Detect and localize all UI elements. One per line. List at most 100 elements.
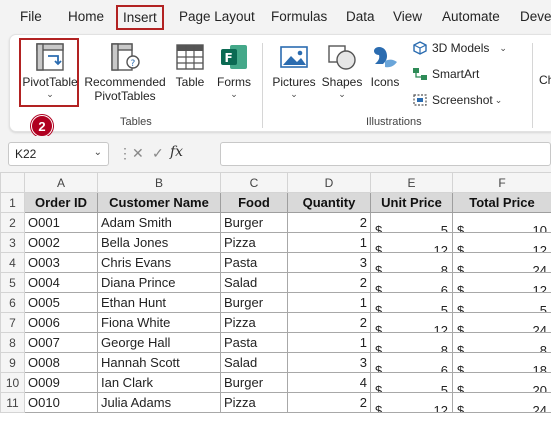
name-box[interactable]: K22 ⌄ [8, 142, 109, 166]
tab-developer[interactable]: Deve [520, 9, 551, 24]
chevron-down-icon[interactable]: ⌄ [499, 43, 507, 54]
column-header-d[interactable]: D [287, 172, 371, 193]
header-food[interactable]: Food [220, 192, 288, 213]
cell-food[interactable]: Pasta [220, 252, 288, 273]
row-number[interactable]: 3 [0, 232, 25, 253]
cell-unit-price[interactable]: $12 [370, 312, 453, 333]
column-header-b[interactable]: B [97, 172, 221, 193]
row-number[interactable]: 10 [0, 372, 25, 393]
formula-input[interactable] [220, 142, 551, 166]
row-number[interactable]: 5 [0, 272, 25, 293]
cell-unit-price[interactable]: $8 [370, 252, 453, 273]
cell-food[interactable]: Salad [220, 352, 288, 373]
recommended-pivottables-button[interactable]: ? Recommended PivotTables [84, 39, 166, 103]
cell-quantity[interactable]: 3 [287, 252, 371, 273]
cell-unit-price[interactable]: $12 [370, 232, 453, 253]
row-number[interactable]: 2 [0, 212, 25, 233]
cell-order-id[interactable]: O005 [24, 292, 98, 313]
cell-food[interactable]: Pizza [220, 312, 288, 333]
cancel-icon[interactable]: ✕ [132, 145, 144, 162]
tab-insert[interactable]: Insert [116, 5, 164, 30]
cell-customer-name[interactable]: Diana Prince [97, 272, 221, 293]
cell-unit-price[interactable]: $8 [370, 332, 453, 353]
cell-order-id[interactable]: O006 [24, 312, 98, 333]
tab-automate[interactable]: Automate [442, 9, 500, 24]
cell-food[interactable]: Salad [220, 272, 288, 293]
cell-food[interactable]: Pizza [220, 392, 288, 413]
cell-customer-name[interactable]: Ethan Hunt [97, 292, 221, 313]
cell-quantity[interactable]: 2 [287, 272, 371, 293]
cell-food[interactable]: Burger [220, 372, 288, 393]
cell-customer-name[interactable]: Julia Adams [97, 392, 221, 413]
cell-order-id[interactable]: O004 [24, 272, 98, 293]
cell-unit-price[interactable]: $5 [370, 212, 453, 233]
table-button[interactable]: Table [170, 39, 210, 89]
header-total-price[interactable]: Total Price [452, 192, 551, 213]
smartart-button[interactable]: SmartArt [412, 67, 479, 81]
cell-total-price[interactable]: $24 [452, 312, 551, 333]
cell-total-price[interactable]: $12 [452, 232, 551, 253]
cell-quantity[interactable]: 2 [287, 212, 371, 233]
screenshot-button[interactable]: Screenshot ⌄ [412, 93, 502, 107]
cell-unit-price[interactable]: $6 [370, 352, 453, 373]
row-number[interactable]: 7 [0, 312, 25, 333]
cell-quantity[interactable]: 3 [287, 352, 371, 373]
cell-quantity[interactable]: 2 [287, 312, 371, 333]
cell-customer-name[interactable]: Ian Clark [97, 372, 221, 393]
cell-quantity[interactable]: 2 [287, 392, 371, 413]
cell-total-price[interactable]: $5 [452, 292, 551, 313]
cell-order-id[interactable]: O010 [24, 392, 98, 413]
cell-total-price[interactable]: $10 [452, 212, 551, 233]
chevron-down-icon[interactable]: ⌄ [94, 147, 102, 158]
cell-total-price[interactable]: $24 [452, 252, 551, 273]
cell-unit-price[interactable]: $12 [370, 392, 453, 413]
row-number[interactable]: 4 [0, 252, 25, 273]
cell-order-id[interactable]: O009 [24, 372, 98, 393]
cell-customer-name[interactable]: Hannah Scott [97, 352, 221, 373]
chevron-down-icon[interactable]: ⌄ [268, 89, 320, 99]
cell-unit-price[interactable]: $5 [370, 372, 453, 393]
cell-unit-price[interactable]: $6 [370, 272, 453, 293]
cell-order-id[interactable]: O001 [24, 212, 98, 233]
tab-formulas[interactable]: Formulas [271, 9, 327, 24]
cell-food[interactable]: Burger [220, 212, 288, 233]
cell-total-price[interactable]: $8 [452, 332, 551, 353]
cell-quantity[interactable]: 4 [287, 372, 371, 393]
row-number[interactable]: 1 [0, 192, 25, 213]
cell-total-price[interactable]: $18 [452, 352, 551, 373]
3d-models-button[interactable]: 3D Models ⌄ [412, 41, 507, 55]
cell-quantity[interactable]: 1 [287, 332, 371, 353]
cell-order-id[interactable]: O008 [24, 352, 98, 373]
cell-customer-name[interactable]: Adam Smith [97, 212, 221, 233]
fx-icon[interactable]: fx [170, 144, 183, 160]
enter-icon[interactable]: ✓ [152, 145, 164, 162]
header-order-id[interactable]: Order ID [24, 192, 98, 213]
cell-customer-name[interactable]: Chris Evans [97, 252, 221, 273]
chevron-down-icon[interactable]: ⌄ [212, 89, 256, 99]
header-customer-name[interactable]: Customer Name [97, 192, 221, 213]
cell-food[interactable]: Burger [220, 292, 288, 313]
cell-order-id[interactable]: O007 [24, 332, 98, 353]
forms-button[interactable]: F Forms ⌄ [212, 39, 256, 99]
tab-page-layout[interactable]: Page Layout [179, 9, 255, 24]
more-options-icon[interactable]: ⋮ [118, 145, 132, 162]
cell-total-price[interactable]: $12 [452, 272, 551, 293]
chevron-down-icon[interactable]: ⌄ [495, 95, 503, 106]
pictures-button[interactable]: Pictures ⌄ [268, 39, 320, 99]
column-header-e[interactable]: E [370, 172, 453, 193]
cell-customer-name[interactable]: George Hall [97, 332, 221, 353]
icons-button[interactable]: Icons [366, 39, 404, 89]
tab-view[interactable]: View [393, 9, 422, 24]
cell-total-price[interactable]: $24 [452, 392, 551, 413]
cell-order-id[interactable]: O002 [24, 232, 98, 253]
tab-data[interactable]: Data [346, 9, 375, 24]
cell-customer-name[interactable]: Bella Jones [97, 232, 221, 253]
tab-file[interactable]: File [20, 9, 42, 24]
column-header-c[interactable]: C [220, 172, 288, 193]
cell-food[interactable]: Pizza [220, 232, 288, 253]
cell-quantity[interactable]: 1 [287, 232, 371, 253]
shapes-button[interactable]: Shapes ⌄ [320, 39, 364, 99]
row-number[interactable]: 8 [0, 332, 25, 353]
cell-quantity[interactable]: 1 [287, 292, 371, 313]
cell-food[interactable]: Pasta [220, 332, 288, 353]
